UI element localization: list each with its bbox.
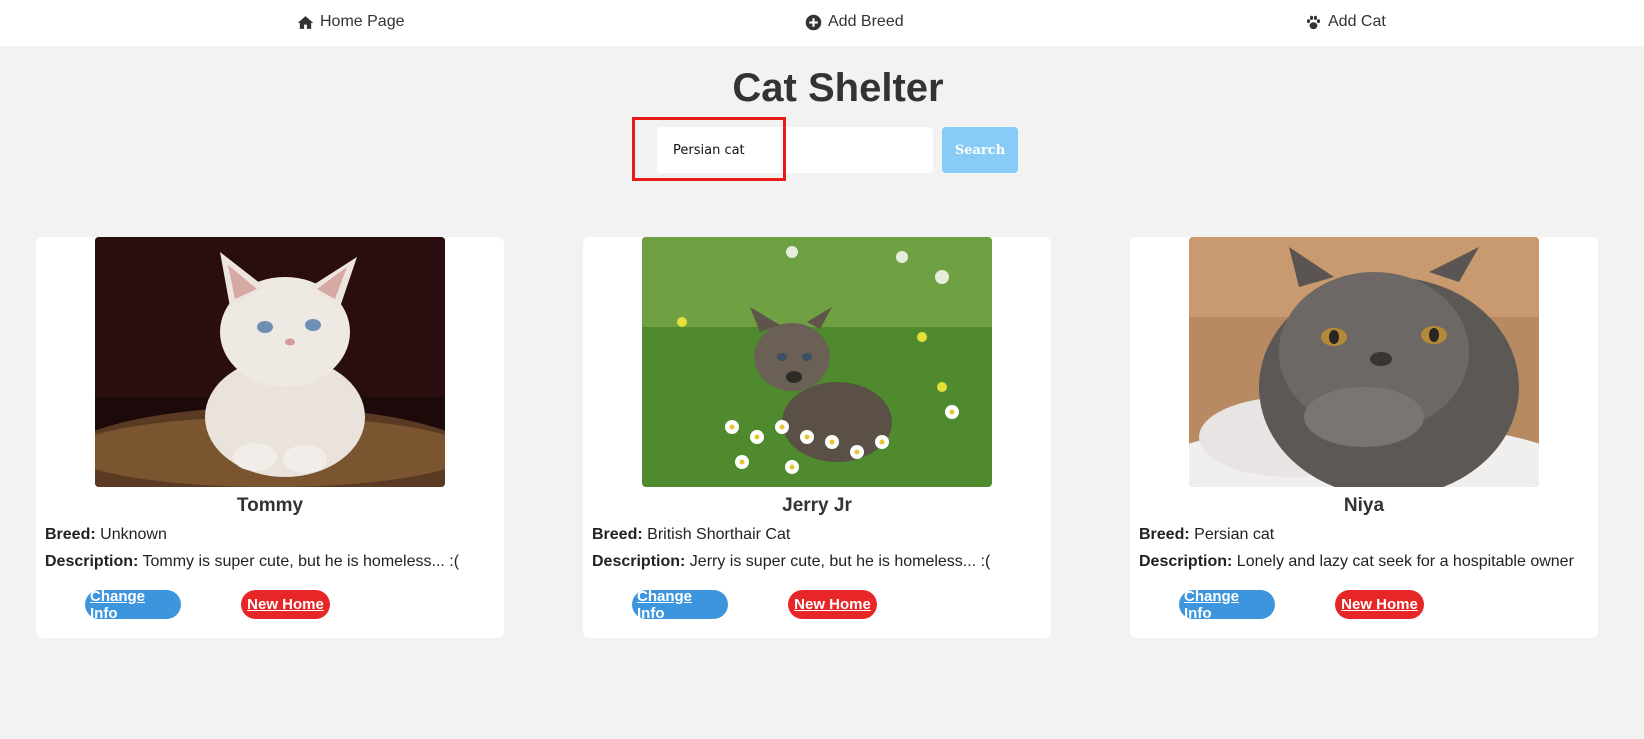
cat-name: Niya (1343, 495, 1385, 516)
plus-circle-icon (805, 14, 822, 31)
cat-card: Tommy Breed: Unknown Description: Tommy … (36, 237, 504, 638)
cat-breed: Breed: British Shorthair Cat (592, 526, 790, 544)
nav-add-cat-link[interactable]: Add Cat (1305, 0, 1386, 44)
breed-value: Unknown (100, 526, 167, 543)
search-input[interactable] (657, 127, 933, 173)
cat-card: Niya Breed: Persian cat Description: Lon… (1130, 237, 1598, 638)
cat-description: Description: Lonely and lazy cat seek fo… (1139, 553, 1574, 571)
change-info-button[interactable]: Change Info (632, 588, 728, 622)
description-label: Description: (592, 553, 686, 570)
nav-home-link[interactable]: Home Page (297, 0, 405, 44)
nav-add-breed-link[interactable]: Add Breed (805, 0, 904, 44)
cat-breed: Breed: Persian cat (1139, 526, 1274, 544)
nav-home-label: Home Page (320, 13, 405, 30)
search-button[interactable]: Search (942, 127, 1018, 173)
breed-label: Breed: (1139, 526, 1190, 543)
top-navigation: Home Page Add Breed Add Cat (0, 0, 1644, 46)
breed-label: Breed: (45, 526, 96, 543)
cat-name: Jerry Jr (782, 495, 852, 516)
new-home-button[interactable]: New Home (241, 590, 330, 619)
change-info-button[interactable]: Change Info (1179, 588, 1275, 622)
cat-description: Description: Tommy is super cute, but he… (45, 553, 459, 571)
description-value: Jerry is super cute, but he is homeless.… (689, 553, 991, 570)
cat-breed: Breed: Unknown (45, 526, 167, 544)
breed-value: Persian cat (1194, 526, 1275, 543)
breed-value: British Shorthair Cat (647, 526, 791, 543)
new-home-button[interactable]: New Home (788, 590, 877, 619)
cat-photo (642, 237, 992, 487)
cat-name: Tommy (236, 495, 304, 516)
paw-icon (1305, 14, 1322, 31)
description-label: Description: (1139, 553, 1233, 570)
cat-photo (1189, 237, 1539, 487)
description-value: Tommy is super cute, but he is homeless.… (142, 553, 460, 570)
cat-card: Jerry Jr Breed: British Shorthair Cat De… (583, 237, 1051, 638)
cat-photo (95, 237, 445, 487)
description-label: Description: (45, 553, 139, 570)
change-info-button[interactable]: Change Info (85, 588, 181, 622)
nav-add-cat-label: Add Cat (1328, 13, 1386, 30)
description-value: Lonely and lazy cat seek for a hospitabl… (1236, 553, 1574, 570)
page-title: Cat Shelter (732, 66, 944, 110)
new-home-button[interactable]: New Home (1335, 590, 1424, 619)
breed-label: Breed: (592, 526, 643, 543)
cat-description: Description: Jerry is super cute, but he… (592, 553, 990, 571)
nav-add-breed-label: Add Breed (828, 13, 904, 30)
home-icon (297, 14, 314, 31)
